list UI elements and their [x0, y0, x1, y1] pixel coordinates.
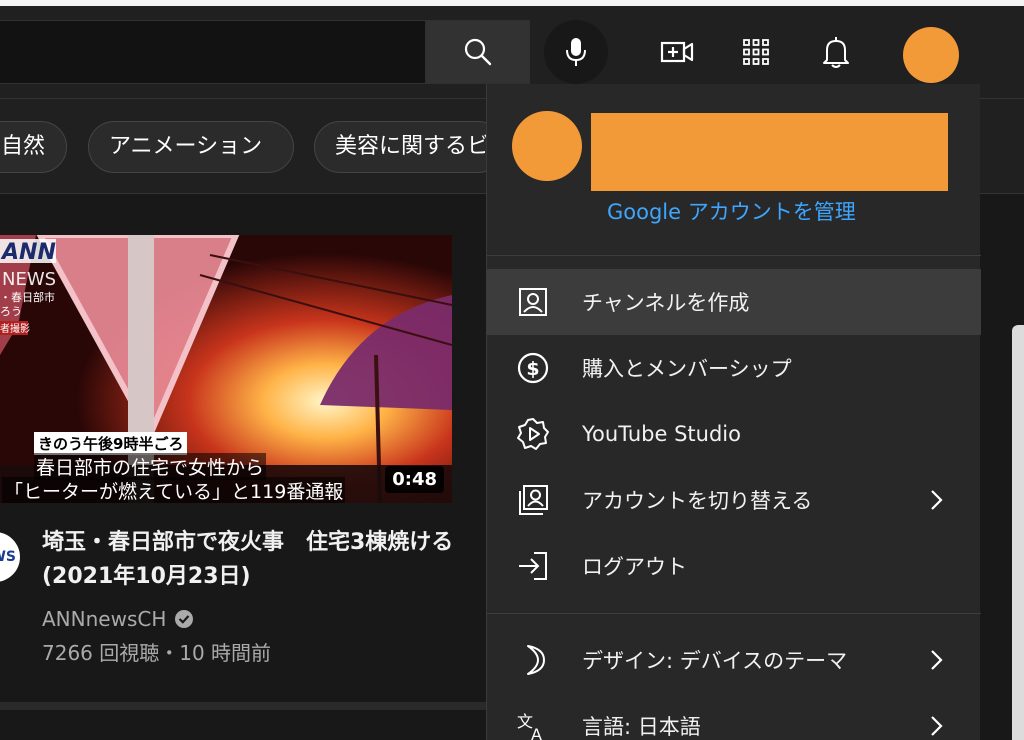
thumb-logo-line1: ANN — [0, 240, 56, 265]
menu-item-purchases[interactable]: $ 購入とメンバーシップ — [487, 335, 981, 401]
person-box-icon — [515, 284, 551, 320]
menu-item-label: 購入とメンバーシップ — [582, 357, 792, 381]
translate-icon: 文A — [515, 708, 551, 740]
thumb-location: ・春日部市 — [0, 290, 55, 304]
moon-icon — [515, 642, 551, 678]
menu-divider — [487, 613, 981, 614]
search-icon — [464, 38, 492, 66]
account-avatar-button[interactable] — [903, 27, 959, 83]
thumb-caption-line1: 春日部市の住宅で女性から — [34, 453, 267, 480]
bell-icon — [823, 37, 849, 68]
mic-icon — [566, 38, 586, 66]
channel-name-row[interactable]: ANNnewsCH — [42, 607, 194, 631]
manage-google-account-link[interactable]: Google アカウントを管理 — [607, 196, 856, 226]
chevron-right-icon — [931, 716, 943, 736]
menu-item-label: アカウントを切り替える — [582, 489, 813, 513]
menu-item-label: 言語: 日本語 — [582, 715, 701, 739]
apps-button[interactable] — [736, 32, 776, 72]
menu-item-sign-out[interactable]: ログアウト — [487, 533, 981, 599]
studio-gear-play-icon — [515, 416, 551, 452]
account-name-redacted — [591, 113, 948, 191]
video-duration: 0:48 — [385, 466, 444, 493]
thumb-side-line3: 者撮影 — [0, 322, 30, 335]
channel-avatar[interactable]: NWS — [0, 532, 20, 582]
menu-avatar — [512, 111, 582, 181]
account-menu: Google アカウントを管理 チャンネルを作成 $ 購入とメンバーシップ Yo… — [486, 84, 981, 740]
svg-text:$: $ — [526, 358, 539, 380]
search-button[interactable] — [426, 20, 530, 84]
thumb-side-line2: ろう — [0, 305, 22, 318]
sign-out-icon — [515, 548, 551, 584]
apps-grid-icon — [743, 39, 769, 65]
chip-beauty[interactable]: 美容に関するビ — [314, 121, 504, 173]
menu-item-appearance[interactable]: デザイン: デバイスのテーマ — [487, 627, 981, 693]
thumb-logo-line2: NEWS — [2, 269, 56, 290]
thumb-time-label: きのう午後9時半ごろ — [34, 432, 188, 455]
search-input[interactable] — [0, 20, 426, 84]
chevron-right-icon — [931, 490, 943, 510]
video-meta: 7266 回視聴・10 時間前 — [42, 641, 272, 665]
switch-account-icon — [515, 482, 551, 518]
dollar-circle-icon: $ — [515, 350, 551, 386]
channel-name[interactable]: ANNnewsCH — [42, 607, 166, 631]
menu-item-label: ログアウト — [582, 555, 687, 579]
notifications-button[interactable] — [816, 32, 856, 72]
menu-item-label: デザイン: デバイスのテーマ — [582, 649, 848, 673]
video-thumbnail[interactable]: ANN NEWS ・春日部市 ろう 者撮影 きのう午後9時半ごろ 春日部市の住宅… — [0, 235, 452, 503]
menu-divider — [487, 255, 981, 256]
create-button[interactable] — [657, 32, 697, 72]
video-plus-icon — [660, 41, 694, 63]
shelf-divider — [0, 702, 486, 710]
page-scrollbar[interactable] — [1012, 325, 1024, 740]
menu-item-language[interactable]: 文A 言語: 日本語 — [487, 693, 981, 740]
chip-animation[interactable]: アニメーション — [88, 121, 294, 173]
menu-item-label: チャンネルを作成 — [582, 291, 750, 315]
menu-item-youtube-studio[interactable]: YouTube Studio — [487, 401, 981, 467]
menu-item-switch-account[interactable]: アカウントを切り替える — [487, 467, 981, 533]
chevron-right-icon — [931, 650, 943, 670]
chip-nature[interactable]: 自然 — [0, 121, 67, 173]
menu-item-create-channel[interactable]: チャンネルを作成 — [487, 269, 981, 335]
thumb-caption-line2: 「ヒーターが燃えている」と119番通報 — [2, 477, 346, 503]
video-title[interactable]: 埼玉・春日部市で夜火事 住宅3棟焼ける(2021年10月23日) — [42, 526, 462, 594]
verified-check-icon — [175, 610, 194, 628]
menu-item-label: YouTube Studio — [582, 422, 741, 446]
voice-search-button[interactable] — [544, 20, 608, 84]
svg-text:A: A — [531, 725, 542, 740]
